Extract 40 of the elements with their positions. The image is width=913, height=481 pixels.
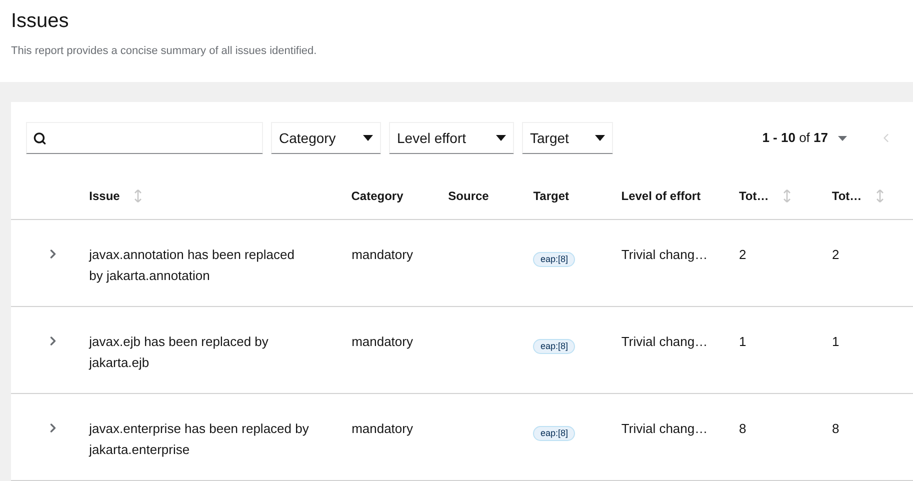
table-cell: 2 [832, 247, 840, 262]
search-field[interactable] [26, 122, 263, 154]
sort-icon[interactable] [876, 188, 884, 202]
page-description: This report provides a concise summary of all issues identified. [11, 44, 318, 59]
caret-icon [363, 135, 373, 141]
table-cell: Trivial chang… [621, 421, 708, 436]
caret-icon [595, 135, 605, 141]
filter-dropdown[interactable]: Category [271, 122, 381, 154]
target-badge: eap:[8] [533, 339, 575, 354]
caret-icon [496, 135, 506, 141]
table-cell: javax.ejb has been replaced by jakarta.ejb [89, 334, 268, 370]
filter-dropdown[interactable]: Target [522, 122, 613, 154]
table-cell: 1 [739, 334, 746, 349]
sort-icon[interactable] [134, 188, 142, 202]
filter-dropdown[interactable]: Level effort [389, 122, 514, 154]
table-cell: javax.enterprise has been replaced by jakarta.enterprise [89, 421, 309, 457]
column-header[interactable]: Issue [89, 186, 142, 204]
search-icon [33, 130, 47, 146]
column-header[interactable]: Tot… [738, 186, 791, 204]
caret-icon [838, 136, 847, 140]
table-cell: Trivial chang… [621, 247, 708, 262]
pagination-toggle[interactable]: 1 - 10 of 17 [762, 128, 847, 148]
column-header: Level of effort [621, 188, 701, 204]
table-cell: 8 [832, 421, 840, 436]
column-header: Category [351, 188, 404, 204]
column-header[interactable]: Tot… [832, 186, 884, 204]
target-badge: eap:[8] [533, 252, 575, 267]
column-header: Source [448, 188, 489, 204]
table-cell: 1 [832, 334, 840, 349]
table-cell: 2 [739, 247, 746, 262]
table-cell: mandatory [352, 334, 413, 349]
sort-icon[interactable] [782, 188, 791, 202]
table-cell: mandatory [352, 247, 413, 262]
table-cell: 8 [739, 421, 746, 436]
column-header: Target [533, 188, 570, 204]
table-cell: javax.annotation has been replaced by jakarta.annotation [89, 247, 294, 283]
target-badge: eap:[8] [533, 426, 575, 441]
table-cell: Trivial chang… [621, 334, 708, 349]
table-cell: mandatory [352, 421, 413, 436]
page-title: Issues [11, 9, 70, 34]
